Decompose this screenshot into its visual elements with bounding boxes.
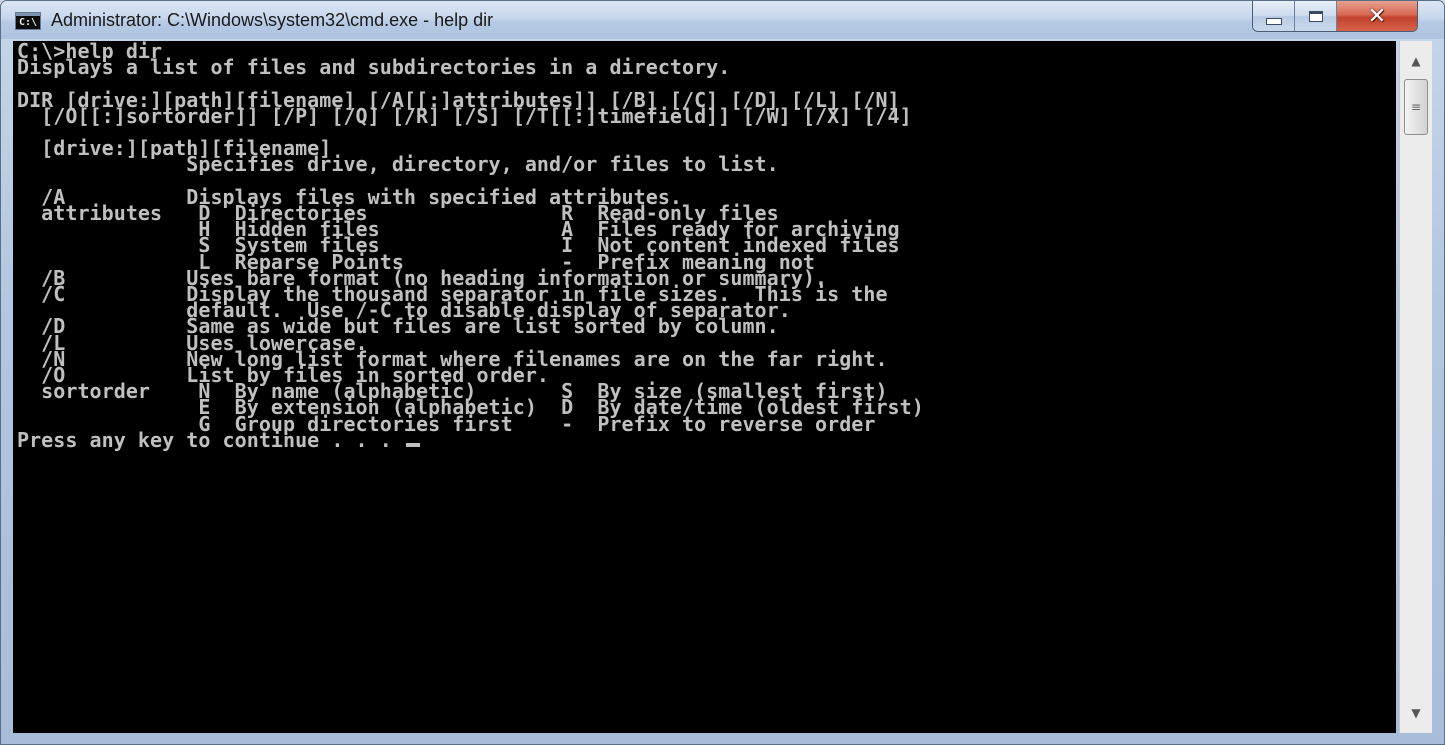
maximize-button[interactable] (1295, 1, 1337, 31)
scroll-up-arrow-icon[interactable]: ▲ (1400, 45, 1432, 77)
minimize-button[interactable] (1253, 1, 1295, 31)
cmd-window: C:\ Administrator: C:\Windows\system32\c… (0, 0, 1445, 745)
cmd-prompt-icon[interactable]: C:\ (15, 12, 41, 30)
console-line: Specifies drive, directory, and/or files… (186, 152, 779, 177)
window-title: Administrator: C:\Windows\system32\cmd.e… (51, 10, 494, 30)
scroll-down-arrow-icon[interactable]: ▼ (1400, 697, 1432, 729)
text-cursor (405, 442, 420, 447)
console-text: C:\>help dir Displays a list of files an… (13, 41, 1396, 450)
cmd-prompt-icon-glyph: C:\ (19, 17, 38, 28)
vertical-scrollbar[interactable]: ▲ ≡ ▼ (1399, 41, 1432, 733)
console-line: Displays a list of files and subdirector… (17, 55, 731, 80)
continue-prompt: Press any key to continue . . . (17, 427, 404, 452)
close-icon: ✕ (1367, 3, 1387, 29)
minimize-icon (1265, 17, 1282, 25)
console-lines: C:\>help dir Displays a list of files an… (17, 41, 924, 436)
caption-buttons: ✕ (1252, 1, 1418, 32)
title-bar[interactable]: C:\ Administrator: C:\Windows\system32\c… (1, 1, 1444, 39)
console-line: [/O[[:]sortorder]] [/P] [/Q] [/R] [/S] [… (41, 103, 912, 128)
close-button[interactable]: ✕ (1337, 1, 1417, 31)
maximize-icon (1308, 10, 1323, 22)
console-output[interactable]: C:\>help dir Displays a list of files an… (13, 41, 1396, 733)
grip-icon: ≡ (1410, 100, 1422, 114)
scrollbar-thumb[interactable]: ≡ (1404, 79, 1428, 135)
